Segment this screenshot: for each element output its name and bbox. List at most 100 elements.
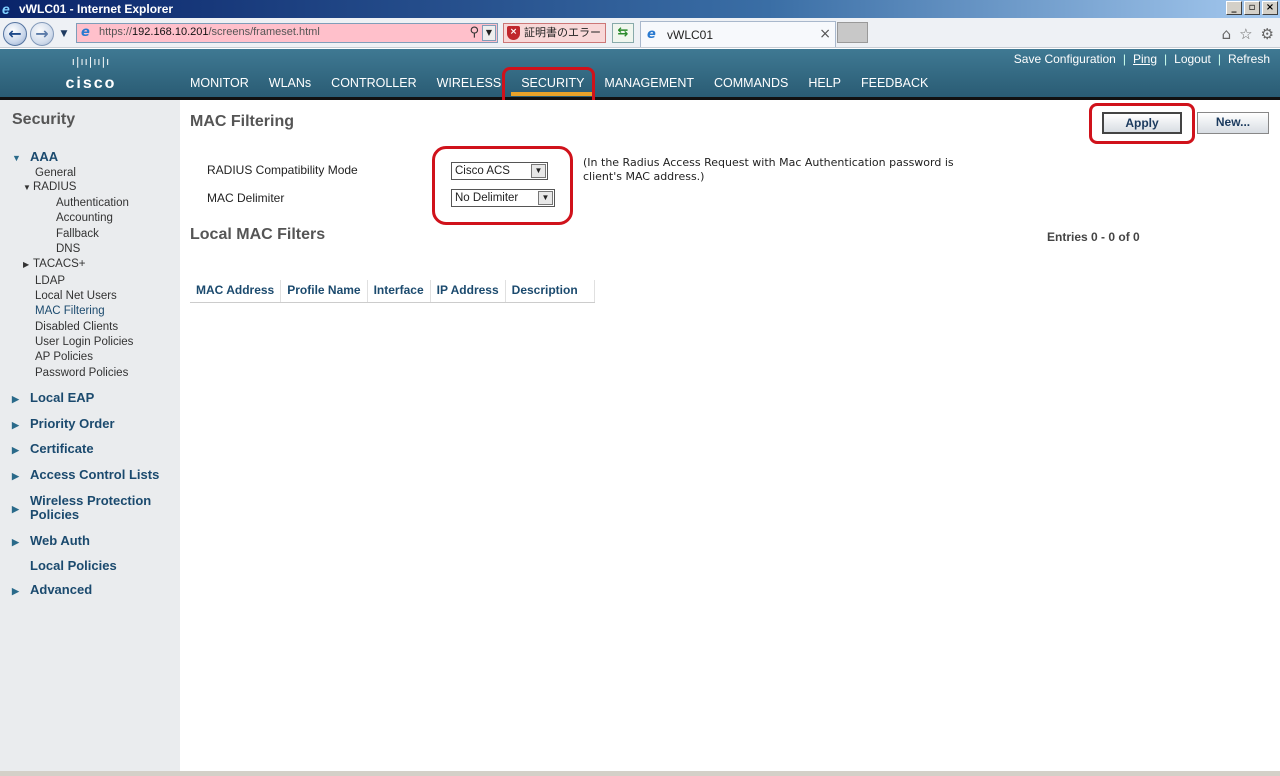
sidebar-item-label: Advanced — [30, 582, 93, 597]
sidebar-item-label: Priority Order — [30, 416, 115, 431]
status-bar — [0, 771, 1280, 776]
collapsed-triangle-icon: ▶ — [12, 394, 19, 404]
favorites-star-icon[interactable]: ☆ — [1239, 25, 1252, 43]
sidebar-item-certificate[interactable]: ▶ Certificate — [12, 441, 94, 456]
separator: | — [1122, 52, 1126, 66]
mac-delimiter-label: MAC Delimiter — [207, 191, 285, 205]
sidebar-item-wireless-protection[interactable]: ▶ Wireless Protection — [12, 493, 151, 514]
browser-tab[interactable]: e vWLC01 × — [640, 21, 836, 47]
sidebar-item-label: Certificate — [30, 441, 94, 456]
sidebar-item-priority-order[interactable]: ▶ Priority Order — [12, 416, 115, 431]
nav-commands[interactable]: COMMANDS — [714, 76, 788, 90]
sidebar-item-local-eap[interactable]: ▶ Local EAP — [12, 390, 94, 405]
close-button[interactable]: × — [1262, 1, 1278, 15]
collapsed-triangle-icon: ▶ — [12, 504, 19, 514]
local-mac-filters-title: Local MAC Filters — [190, 226, 326, 243]
url-path: /screens/frameset.html — [208, 26, 320, 38]
refresh-link[interactable]: Refresh — [1228, 52, 1270, 66]
window-controls: _ ▫ × — [1226, 1, 1278, 15]
nav-monitor[interactable]: MONITOR — [190, 76, 249, 90]
sidebar-item-wireless-protection-line2[interactable]: Policies — [30, 507, 79, 522]
sidebar-item-disabled-clients[interactable]: Disabled Clients — [35, 321, 118, 333]
url-text[interactable]: https://192.168.10.201/screens/frameset.… — [99, 26, 320, 38]
sidebar-item-password-policies[interactable]: Password Policies — [35, 367, 128, 379]
column-mac-address: MAC Address — [190, 280, 282, 302]
forward-button[interactable]: → — [30, 22, 54, 46]
sidebar-item-local-policies[interactable]: Local Policies — [30, 558, 117, 573]
nav-controller[interactable]: CONTROLLER — [331, 76, 416, 90]
logout-link[interactable]: Logout — [1174, 52, 1211, 66]
cisco-logo-text: cisco — [65, 75, 117, 92]
column-profile-name: Profile Name — [281, 280, 368, 302]
sidebar-item-label: Local EAP — [30, 390, 95, 405]
history-dropdown-icon[interactable]: ▼ — [58, 28, 70, 40]
sidebar-item-accounting[interactable]: Accounting — [56, 212, 113, 224]
ie-logo-icon: e — [2, 1, 10, 17]
sidebar-title: Security — [12, 111, 76, 128]
collapsed-triangle-icon: ▶ — [12, 471, 19, 481]
column-interface: Interface — [368, 280, 431, 302]
sidebar-item-general[interactable]: General — [35, 167, 76, 179]
column-ip-address: IP Address — [431, 280, 506, 302]
minimize-button[interactable]: _ — [1226, 1, 1242, 15]
sidebar-item-ap-policies[interactable]: AP Policies — [35, 351, 93, 363]
separator: | — [1164, 52, 1168, 66]
back-button[interactable]: ← — [3, 22, 27, 46]
url-prefix: https:// — [99, 26, 133, 38]
sidebar-item-local-net-users[interactable]: Local Net Users — [35, 290, 117, 302]
certificate-error-button[interactable]: × 証明書のエラー — [503, 23, 606, 43]
nav-wlans[interactable]: WLANs — [269, 76, 311, 90]
cisco-logo: ı|ıı|ıı|ı cisco — [58, 55, 124, 93]
new-tab-button[interactable] — [837, 22, 868, 43]
sidebar-item-dns[interactable]: DNS — [56, 243, 80, 255]
separator: | — [1217, 52, 1221, 66]
search-icon[interactable]: ⚲ — [469, 25, 479, 40]
page-title: MAC Filtering — [190, 113, 294, 130]
sidebar-item-web-auth[interactable]: ▶ Web Auth — [12, 533, 90, 548]
nav-help[interactable]: HELP — [808, 76, 841, 90]
sidebar-item-mac-filtering[interactable]: MAC Filtering — [35, 305, 105, 317]
collapsed-triangle-icon: ▶ — [12, 537, 19, 547]
nav-wireless[interactable]: WIRELESS — [437, 76, 502, 90]
sidebar-item-label: AAA — [30, 149, 59, 164]
tab-title: vWLC01 — [667, 28, 714, 42]
mac-filters-table-header: MAC Address Profile Name Interface IP Ad… — [190, 280, 595, 303]
browser-toolbar: ← → ▼ e https://192.168.10.201/screens/f… — [0, 18, 1280, 48]
sidebar-item-aaa[interactable]: ▼ AAA — [12, 149, 58, 164]
new-button[interactable]: New... — [1197, 112, 1269, 134]
window-titlebar: e vWLC01 - Internet Explorer _ ▫ × — [0, 0, 1280, 18]
gear-icon[interactable]: ⚙ — [1261, 25, 1274, 43]
expanded-triangle-icon: ▼ — [12, 153, 21, 163]
sidebar-item-authentication[interactable]: Authentication — [56, 197, 129, 209]
maximize-button[interactable]: ▫ — [1244, 1, 1260, 15]
top-links: Save Configuration | Ping | Logout | Ref… — [1014, 52, 1270, 66]
collapsed-triangle-icon: ▶ — [12, 420, 19, 430]
shield-error-icon: × — [507, 26, 520, 40]
sidebar-item-tacacs[interactable]: ▶ TACACS+ — [23, 258, 88, 270]
ping-link[interactable]: Ping — [1133, 52, 1157, 66]
nav-feedback[interactable]: FEEDBACK — [861, 76, 928, 90]
sidebar-item-access-control-lists[interactable]: ▶ Access Control Lists — [12, 467, 159, 482]
sidebar-item-advanced[interactable]: ▶ Advanced — [12, 582, 92, 597]
app-header: ı|ıı|ıı|ı cisco Save Configuration | Pin… — [0, 49, 1280, 100]
save-configuration-link[interactable]: Save Configuration — [1014, 52, 1116, 66]
sidebar: Security ▼ AAA General ▼ RADIUS Authentica… — [0, 100, 180, 776]
sidebar-item-ldap[interactable]: LDAP — [35, 275, 65, 287]
radius-mode-note: (In the Radius Access Request with Mac A… — [583, 156, 983, 184]
address-bar[interactable]: e https://192.168.10.201/screens/framese… — [76, 23, 498, 43]
entries-count: Entries 0 - 0 of 0 — [1047, 230, 1140, 244]
url-host: 192.168.10.201 — [132, 26, 209, 38]
refresh-icon[interactable]: ⇆ — [612, 23, 634, 43]
tab-close-icon[interactable]: × — [819, 26, 831, 42]
sidebar-item-label: TACACS+ — [33, 258, 86, 270]
radius-compatibility-mode-label: RADIUS Compatibility Mode — [207, 163, 358, 177]
certificate-error-label: 証明書のエラー — [524, 26, 601, 39]
sidebar-item-fallback[interactable]: Fallback — [56, 228, 99, 240]
sidebar-item-user-login-policies[interactable]: User Login Policies — [35, 336, 133, 348]
home-icon[interactable]: ⌂ — [1222, 25, 1232, 43]
nav-management[interactable]: MANAGEMENT — [604, 76, 694, 90]
sidebar-item-label: RADIUS — [33, 181, 77, 193]
address-dropdown-icon[interactable]: ▼ — [482, 25, 496, 41]
sidebar-item-radius[interactable]: ▼ RADIUS — [23, 181, 78, 193]
tab-ie-icon: e — [647, 27, 656, 42]
